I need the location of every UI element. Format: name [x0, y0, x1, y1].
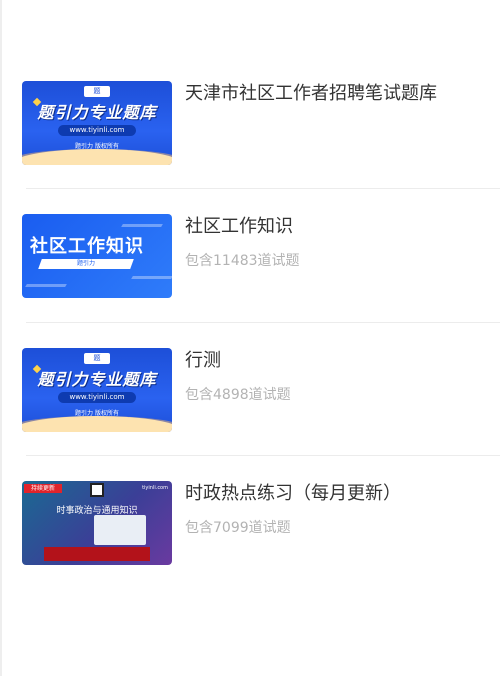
- thumbnail-banner: 题引力: [38, 259, 134, 269]
- list-item-current-affairs[interactable]: 持续更新 tiyinli.com 时事政治与通用知识 时政热点练习（每月更新） …: [22, 481, 500, 565]
- thumbnail-url: www.tiyinli.com: [58, 125, 136, 136]
- item-question-count: 包含4898道试题: [185, 387, 291, 403]
- thumbnail-headline: 题引力专业题库: [37, 370, 157, 389]
- thumbnail-tag: 持续更新: [24, 484, 62, 493]
- thumbnail-social-work: 社区工作知识 题引力: [22, 214, 172, 298]
- item-question-count: 包含11483道试题: [185, 253, 300, 269]
- item-question-count: 包含7099道试题: [185, 520, 291, 536]
- decorative-streak: [121, 224, 163, 227]
- list-item-xingce[interactable]: 题 题引力专业题库 www.tiyinli.com 题引力 版权所有 行测 包含…: [22, 348, 500, 432]
- item-title: 行测: [185, 350, 221, 371]
- divider: [26, 188, 500, 189]
- thumbnail-red-banner: [44, 547, 150, 561]
- item-title: 社区工作知识: [185, 216, 293, 237]
- thumbnail-headline: 社区工作知识: [30, 236, 144, 257]
- decorative-wave: [22, 149, 172, 165]
- thumbnail-current-affairs: 持续更新 tiyinli.com 时事政治与通用知识: [22, 481, 172, 565]
- thumbnail-banner-label: 题引力: [76, 260, 95, 267]
- list-item-social-work[interactable]: 社区工作知识 题引力 社区工作知识 包含11483道试题: [22, 214, 500, 298]
- thumbnail-screenshot-card: [94, 515, 146, 545]
- thumbnail-site: tiyinli.com: [142, 485, 168, 491]
- list-item-tianjin-bank[interactable]: 题 题引力专业题库 www.tiyinli.com 题引力 版权所有 天津市社区…: [22, 81, 500, 165]
- item-title: 天津市社区工作者招聘笔试题库: [185, 83, 437, 104]
- qr-code-icon: [90, 483, 104, 497]
- decorative-streak: [131, 276, 172, 279]
- thumbnail-tiyinli-promo: 题 题引力专业题库 www.tiyinli.com 题引力 版权所有: [22, 348, 172, 432]
- tiyinli-logo-icon: 题: [84, 86, 110, 97]
- decorative-wave: [22, 416, 172, 432]
- item-title: 时政热点练习（每月更新）: [185, 483, 401, 504]
- divider: [26, 455, 500, 456]
- tiyinli-logo-icon: 题: [84, 353, 110, 364]
- decorative-streak: [25, 284, 67, 287]
- thumbnail-tiyinli-promo: 题 题引力专业题库 www.tiyinli.com 题引力 版权所有: [22, 81, 172, 165]
- divider: [26, 322, 500, 323]
- thumbnail-url: www.tiyinli.com: [58, 392, 136, 403]
- left-edge-border: [0, 0, 2, 676]
- thumbnail-headline: 题引力专业题库: [37, 103, 157, 122]
